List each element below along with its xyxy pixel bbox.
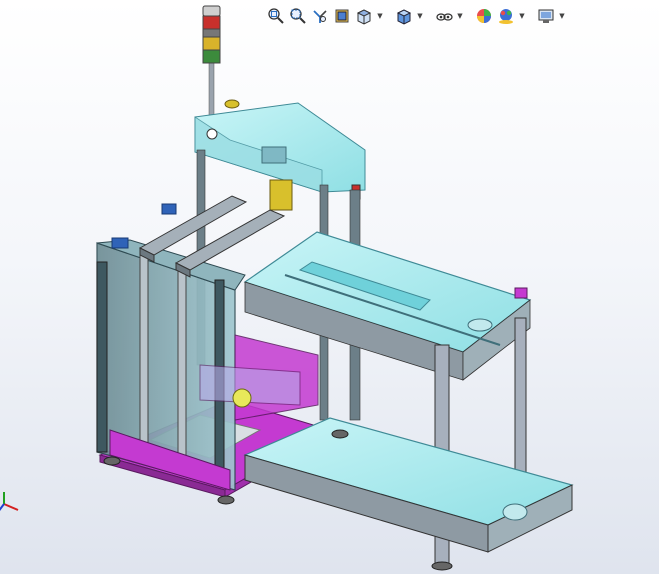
tower-green-light [202,49,221,64]
section-view-button[interactable] [332,6,352,26]
view-orientation-button[interactable] [354,6,374,26]
display-style-button[interactable] [394,6,414,26]
edit-appearance-icon [477,9,491,23]
chevron-down-icon: ▼ [417,12,423,20]
hide-show-items-button[interactable] [434,6,454,26]
chevron-down-icon: ▼ [377,12,383,20]
edit-appearance-button[interactable] [474,6,494,26]
apply-scene-dropdown-caret[interactable]: ▼ [518,6,526,26]
section-view-icon [335,9,349,23]
signal-tower [202,5,221,124]
previous-view-button[interactable] [310,6,330,26]
triad-x-axis [3,503,19,511]
hide-show-items-icon [436,13,453,21]
apply-scene-icon [499,9,513,24]
3d-model-view[interactable] [0,0,659,574]
view-settings-dropdown-caret[interactable]: ▼ [558,6,566,26]
previous-view-icon [313,10,327,23]
chevron-down-icon: ▼ [519,12,525,20]
zoom-to-area-icon [290,8,306,24]
view-settings-icon [538,9,554,23]
view-settings-button[interactable] [536,6,556,26]
chevron-down-icon: ▼ [559,12,565,20]
view-orientation-icon [356,9,372,25]
chevron-down-icon: ▼ [457,12,463,20]
heads-up-view-toolbar: ▼ ▼ ▼ ▼ ▼ [266,4,566,28]
hide-show-items-dropdown-caret[interactable]: ▼ [456,6,464,26]
graphics-area[interactable]: ▼ ▼ ▼ ▼ ▼ [0,0,659,574]
display-style-icon [396,9,412,25]
triad-z-axis [0,503,5,511]
tower-yellow-light [202,36,221,51]
zoom-to-fit-button[interactable] [266,6,286,26]
apply-scene-button[interactable] [496,6,516,26]
zoom-to-fit-icon [268,8,284,24]
display-style-dropdown-caret[interactable]: ▼ [416,6,424,26]
zoom-to-area-button[interactable] [288,6,308,26]
view-orientation-dropdown-caret[interactable]: ▼ [376,6,384,26]
tower-red-light [202,15,221,30]
coordinate-triad [0,492,19,511]
